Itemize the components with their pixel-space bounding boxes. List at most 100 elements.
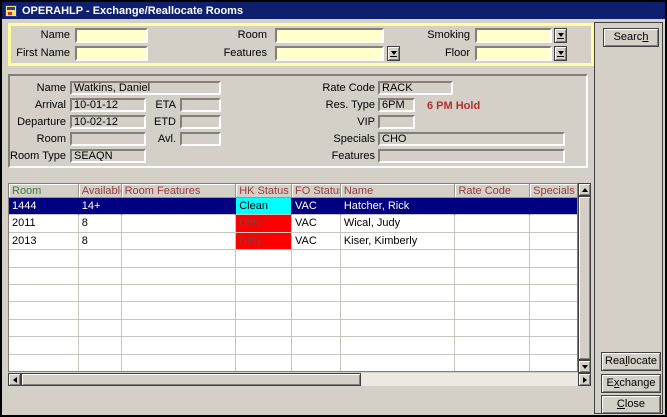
room-input[interactable] [275, 28, 384, 43]
scroll-left-button[interactable] [8, 373, 21, 386]
name-input[interactable] [75, 28, 148, 43]
up-arrow-icon [582, 188, 588, 192]
close-button[interactable]: Close [601, 395, 661, 414]
reallocate-button[interactable]: Reallocate [601, 352, 661, 371]
smoking-label: Smoking [401, 28, 470, 43]
res-type-label: Res. Type [310, 98, 375, 112]
cell-hk-status: Dirty [236, 215, 292, 232]
cell-name: Hatcher, Rick [341, 198, 456, 215]
detail-name-label: Name [10, 81, 66, 95]
cell-hk-status: Dirty [236, 233, 292, 250]
table-row-empty [9, 250, 577, 267]
search-criteria-panel: Name First Name Room Features Smoking Fl… [8, 23, 594, 66]
left-arrow-icon [13, 377, 17, 383]
header-name: Name [341, 184, 456, 198]
features-input[interactable] [275, 46, 384, 61]
header-fo-status: FO Status [292, 184, 341, 198]
smoking-input[interactable] [475, 28, 552, 43]
cell-available: 14+ [79, 198, 122, 215]
specials-label: Specials [310, 132, 375, 146]
departure-label: Departure [10, 115, 66, 129]
table-vertical-scrollbar[interactable] [578, 183, 591, 373]
detail-features-label: Features [310, 149, 375, 163]
name-label: Name [11, 28, 70, 43]
cell-room: 2011 [9, 215, 79, 232]
features-lov-button[interactable] [387, 46, 400, 61]
cell-specials [530, 215, 577, 232]
room-type-field: SEAQN [70, 149, 146, 163]
detail-name-field: Watkins, Daniel [70, 81, 221, 95]
header-rate-code: Rate Code [455, 184, 530, 198]
header-room: Room [9, 184, 79, 198]
specials-field: CHO [378, 132, 565, 146]
table-header-row: Room Available Room Features HK Status F… [9, 184, 577, 198]
cell-name: Wical, Judy [341, 215, 456, 232]
departure-field: 10-02-12 [70, 115, 146, 129]
cell-room: 1444 [9, 198, 79, 215]
search-button[interactable]: Search [603, 28, 659, 47]
features-label: Features [161, 46, 267, 61]
rate-code-field: RACK [378, 81, 453, 95]
title-bar: OPERAHLP - Exchange/Reallocate Rooms [2, 2, 665, 19]
first-name-input[interactable] [75, 46, 148, 61]
detail-room-field [70, 132, 146, 146]
avl-field [180, 132, 221, 146]
lov-arrow-icon [558, 51, 564, 55]
detail-features-field [378, 149, 565, 163]
eta-label: ETA [140, 98, 176, 112]
arrival-field: 10-01-12 [70, 98, 146, 112]
cell-rate-code [455, 215, 530, 232]
table-row-empty [9, 285, 577, 302]
lov-arrow-icon [558, 33, 564, 37]
arrival-label: Arrival [10, 98, 66, 112]
scroll-up-button[interactable] [578, 183, 591, 196]
cell-fo-status: VAC [292, 215, 341, 232]
rooms-table: Room Available Room Features HK Status F… [8, 183, 578, 372]
cell-specials [530, 233, 577, 250]
first-name-label: First Name [11, 46, 70, 61]
room-type-label: Room Type [10, 149, 66, 163]
exchange-button[interactable]: Exchange [601, 374, 661, 393]
down-arrow-icon [582, 365, 588, 369]
res-type-note: 6 PM Hold [427, 99, 480, 113]
eta-field [180, 98, 221, 112]
header-room-features: Room Features [122, 184, 237, 198]
vip-label: VIP [310, 115, 375, 129]
cell-room-features [122, 233, 237, 250]
scroll-right-button[interactable] [578, 373, 591, 386]
table-row[interactable]: 2013 8 Dirty VAC Kiser, Kimberly [9, 233, 577, 250]
table-row-empty [9, 302, 577, 319]
floor-lov-button[interactable] [554, 46, 567, 61]
cell-room-features [122, 198, 237, 215]
rate-code-label: Rate Code [310, 81, 375, 95]
table-horizontal-scrollbar[interactable] [8, 373, 591, 386]
vertical-scroll-thumb[interactable] [578, 196, 591, 360]
floor-input[interactable] [475, 46, 552, 61]
table-row-empty [9, 355, 577, 372]
cell-name: Kiser, Kimberly [341, 233, 456, 250]
window-title: OPERAHLP - Exchange/Reallocate Rooms [22, 5, 243, 17]
smoking-lov-button[interactable] [554, 28, 567, 43]
cell-available: 8 [79, 215, 122, 232]
horizontal-scroll-track[interactable] [361, 373, 578, 386]
detail-room-label: Room [10, 132, 66, 146]
header-hk-status: HK Status [236, 184, 292, 198]
horizontal-scroll-thumb[interactable] [21, 373, 361, 386]
table-row[interactable]: 1444 14+ Clean VAC Hatcher, Rick [9, 198, 577, 215]
header-specials: Specials [530, 184, 577, 198]
room-label: Room [161, 28, 267, 43]
vip-field [378, 115, 415, 129]
table-row[interactable]: 2011 8 Dirty VAC Wical, Judy [9, 215, 577, 232]
lov-arrow-icon [391, 51, 397, 55]
cell-specials [530, 198, 577, 215]
guest-details-panel: Name Watkins, Daniel Arrival 10-01-12 ET… [8, 74, 588, 168]
res-type-field: 6PM [378, 98, 415, 112]
exchange-reallocate-rooms-window: OPERAHLP - Exchange/Reallocate Rooms Nam… [0, 0, 667, 417]
floor-label: Floor [401, 46, 470, 61]
cell-fo-status: VAC [292, 198, 341, 215]
table-row-empty [9, 337, 577, 354]
scroll-down-button[interactable] [578, 360, 591, 373]
cell-fo-status: VAC [292, 233, 341, 250]
table-row-empty [9, 268, 577, 285]
right-arrow-icon [583, 377, 587, 383]
